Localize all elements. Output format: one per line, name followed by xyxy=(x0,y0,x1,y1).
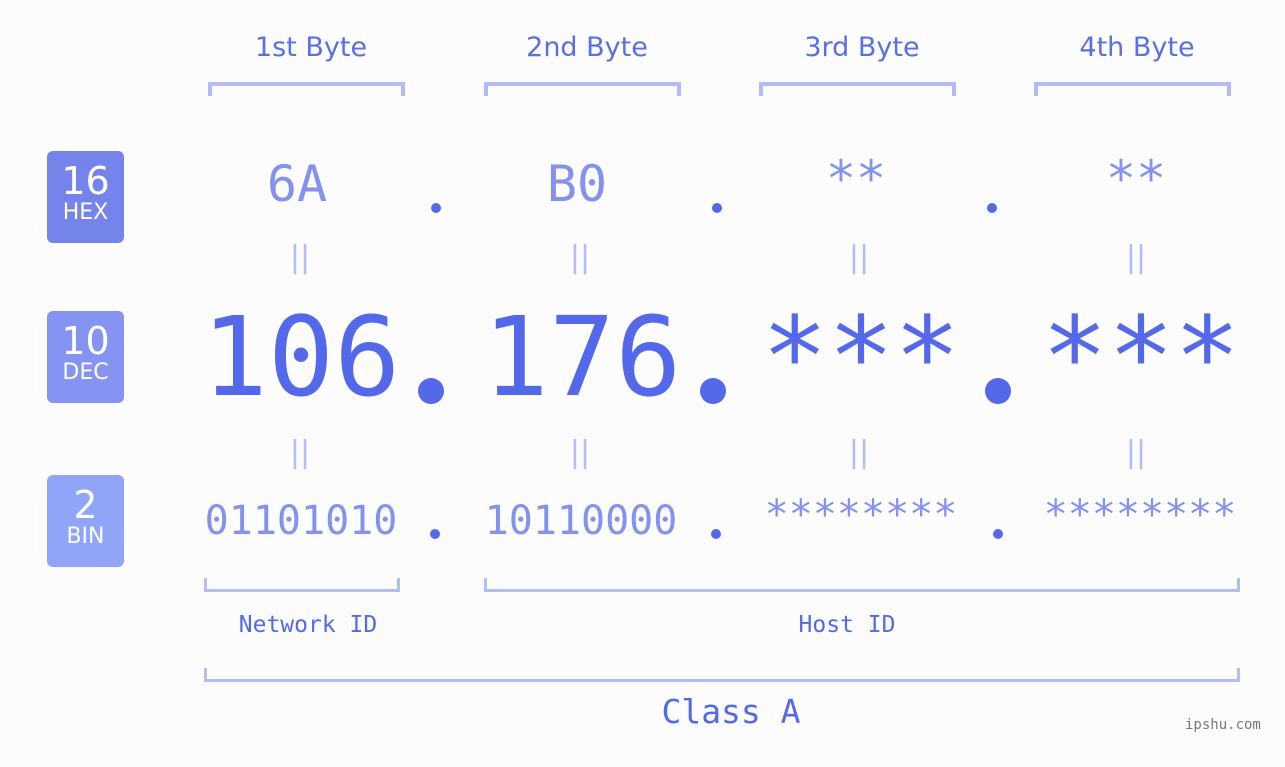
equals-sign: || xyxy=(569,435,591,470)
bin-separator-dot xyxy=(711,529,721,539)
byte-bracket-3 xyxy=(759,82,956,96)
hex-value-4: ** xyxy=(1105,150,1167,208)
byte-bracket-1 xyxy=(208,82,405,96)
dec-separator-dot xyxy=(700,378,726,404)
equals-sign: || xyxy=(1125,435,1147,470)
dec-separator-dot xyxy=(985,378,1011,404)
dec-value-3: *** xyxy=(761,293,961,421)
watermark: ipshu.com xyxy=(1185,717,1261,733)
class-label: Class A xyxy=(661,692,801,731)
dec-badge-label: DEC xyxy=(62,360,109,385)
hex-separator-dot xyxy=(431,203,441,213)
hex-value-3: ** xyxy=(825,150,887,208)
bin-separator-dot xyxy=(993,529,1003,539)
bin-badge: 2 BIN xyxy=(47,475,124,567)
equals-sign: || xyxy=(569,240,591,275)
class-bracket xyxy=(204,668,1240,682)
hex-separator-dot xyxy=(987,203,997,213)
equals-sign: || xyxy=(1125,240,1147,275)
network-id-label: Network ID xyxy=(238,612,378,638)
byte-header-1: 1st Byte xyxy=(254,32,368,63)
byte-bracket-4 xyxy=(1034,82,1231,96)
hex-value-2: B0 xyxy=(546,155,608,213)
bin-separator-dot xyxy=(430,529,440,539)
dec-value-4: *** xyxy=(1041,293,1241,421)
dec-badge: 10 DEC xyxy=(47,311,124,403)
hex-badge-number: 16 xyxy=(61,159,110,203)
byte-header-4: 4th Byte xyxy=(1079,32,1195,63)
bin-badge-label: BIN xyxy=(66,524,105,549)
equals-sign: || xyxy=(848,435,870,470)
hex-separator-dot xyxy=(712,203,722,213)
byte-bracket-2 xyxy=(484,82,681,96)
equals-sign: || xyxy=(289,435,311,470)
bin-badge-number: 2 xyxy=(73,483,98,527)
dec-value-1: 106 xyxy=(201,293,401,421)
host-id-bracket xyxy=(484,578,1240,592)
hex-badge-label: HEX xyxy=(62,200,109,225)
bin-value-4: ******** xyxy=(1043,492,1237,538)
dec-separator-dot xyxy=(418,378,444,404)
network-id-bracket xyxy=(204,578,400,592)
equals-sign: || xyxy=(289,240,311,275)
host-id-label: Host ID xyxy=(798,612,896,638)
bin-value-3: ******** xyxy=(764,492,958,538)
byte-header-2: 2nd Byte xyxy=(526,32,648,63)
dec-badge-number: 10 xyxy=(61,319,110,363)
dec-value-2: 176 xyxy=(482,293,682,421)
bin-value-1: 01101010 xyxy=(204,498,398,544)
hex-value-1: 6A xyxy=(266,155,328,213)
bin-value-2: 10110000 xyxy=(484,498,678,544)
byte-header-3: 3rd Byte xyxy=(804,32,920,63)
hex-badge: 16 HEX xyxy=(47,151,124,243)
equals-sign: || xyxy=(848,240,870,275)
